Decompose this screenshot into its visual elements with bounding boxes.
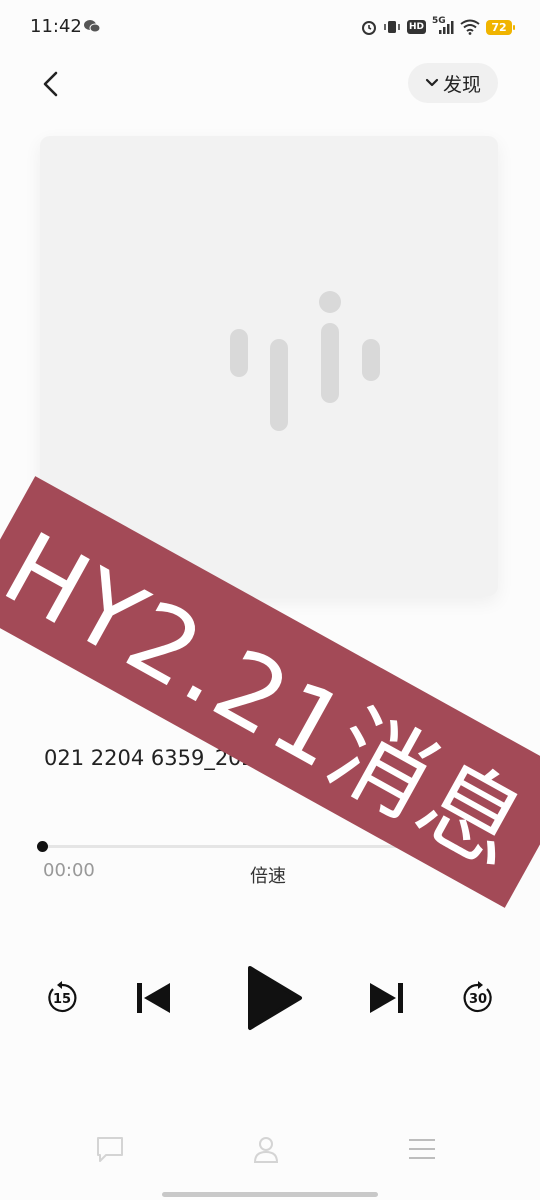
next-button[interactable] <box>366 980 406 1016</box>
total-time: 00:00 <box>444 860 496 881</box>
rewind-15-button[interactable]: 15 <box>44 980 80 1016</box>
back-button[interactable] <box>34 64 70 104</box>
battery-icon: 72 <box>486 19 515 35</box>
chat-icon[interactable] <box>94 1133 126 1165</box>
chevron-down-icon <box>425 78 439 87</box>
playback-speed-button[interactable]: 倍速 <box>250 862 286 888</box>
progress-thumb[interactable] <box>37 841 48 852</box>
user-icon[interactable] <box>250 1133 282 1165</box>
discover-label: 发现 <box>442 73 481 96</box>
alarm-icon <box>361 21 376 35</box>
home-indicator[interactable] <box>162 1192 378 1197</box>
status-time: 11:42 <box>30 16 82 37</box>
wifi-icon <box>460 19 480 35</box>
menu-icon[interactable] <box>406 1133 438 1165</box>
vibrate-icon <box>384 21 400 33</box>
forward-30-button[interactable]: 30 <box>460 980 496 1016</box>
discover-button[interactable]: 发现 <box>408 63 498 103</box>
next-icon <box>370 983 403 1013</box>
previous-icon <box>137 983 170 1013</box>
play-icon <box>248 966 302 1030</box>
chevron-left-icon <box>43 71 58 97</box>
previous-button[interactable] <box>134 980 174 1016</box>
track-title: 021 2204 6359_2024 <box>44 746 269 770</box>
rewind-seconds: 15 <box>52 992 72 1007</box>
voice-waveform-logo-icon <box>230 291 380 431</box>
wechat-icon <box>84 20 100 33</box>
play-button[interactable] <box>244 964 304 1032</box>
status-bar: 11:42 HD 5G 72 <box>0 0 540 56</box>
player-screen: 11:42 HD 5G 72 发现 021 2204 6359_2024 00:… <box>0 0 540 1200</box>
status-icons: HD 5G 72 <box>361 16 515 38</box>
forward-seconds: 30 <box>468 992 488 1007</box>
bottom-toolbar <box>0 1125 540 1175</box>
cover-art <box>40 136 498 596</box>
signal-icon: 5G <box>432 16 454 35</box>
hd-icon: HD <box>406 20 426 34</box>
current-time: 00:00 <box>43 860 95 881</box>
progress-bar[interactable] <box>42 845 498 848</box>
